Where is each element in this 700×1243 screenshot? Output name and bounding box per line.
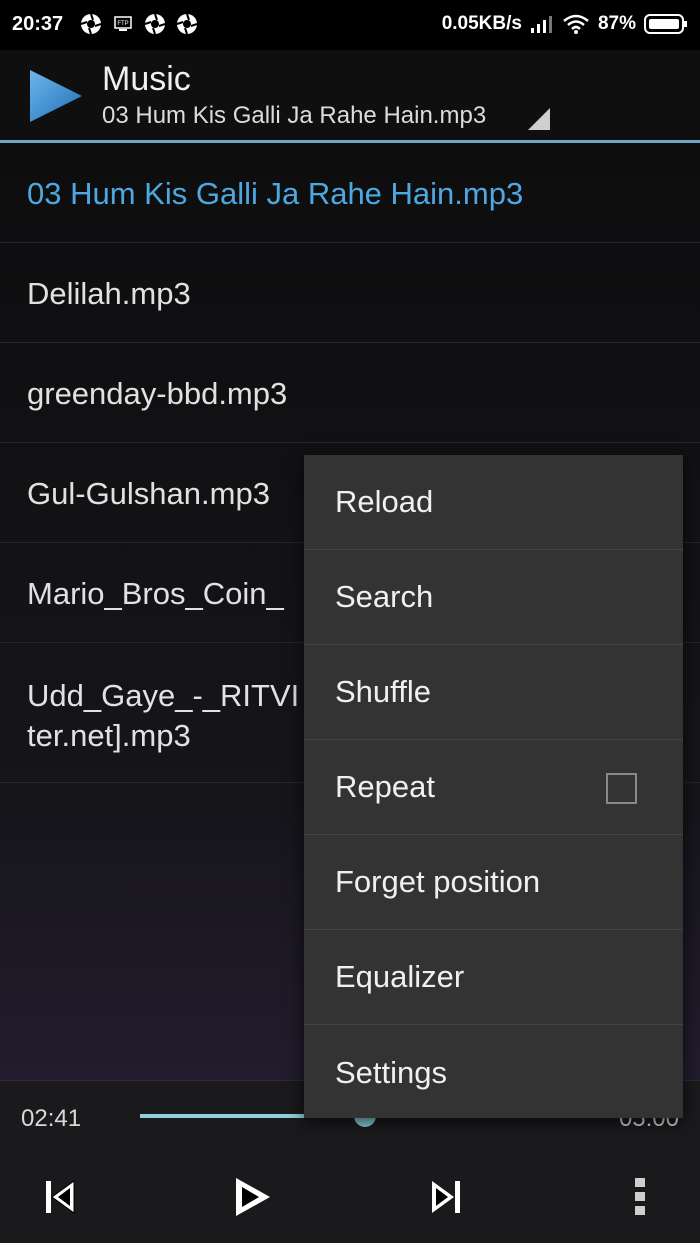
menu-item-reload[interactable]: Reload	[304, 455, 683, 550]
status-bar: 20:37 FTP 0.05KB/s 87%	[0, 0, 700, 50]
battery-icon	[644, 14, 687, 34]
aperture-icon	[80, 13, 102, 35]
list-item-label: Delilah.mp3	[27, 276, 191, 311]
menu-item-settings[interactable]: Settings	[304, 1025, 683, 1120]
battery-percent: 87%	[597, 13, 636, 34]
list-item-label: 03 Hum Kis Galli Ja Rahe Hain.mp3	[27, 176, 524, 211]
status-notification-icons: FTP	[80, 13, 198, 35]
list-item[interactable]: greenday-bbd.mp3	[0, 343, 700, 443]
menu-item-label: Equalizer	[335, 959, 465, 994]
menu-item-label: Forget position	[335, 864, 541, 899]
repeat-checkbox[interactable]	[606, 773, 637, 804]
list-item[interactable]: 03 Hum Kis Galli Ja Rahe Hain.mp3	[0, 143, 700, 243]
ftp-icon: FTP	[114, 16, 132, 31]
play-icon[interactable]	[234, 1176, 272, 1218]
menu-item-label: Settings	[335, 1054, 448, 1090]
list-item[interactable]: Delilah.mp3	[0, 243, 700, 343]
aperture-icon	[176, 13, 198, 35]
menu-item-label: Reload	[335, 484, 434, 519]
svg-text:FTP: FTP	[117, 21, 128, 27]
wifi-icon	[563, 14, 589, 34]
menu-item-search[interactable]: Search	[304, 550, 683, 645]
menu-item-equalizer[interactable]: Equalizer	[304, 930, 683, 1025]
menu-item-shuffle[interactable]: Shuffle	[304, 645, 683, 740]
menu-item-repeat[interactable]: Repeat	[304, 740, 683, 835]
list-item-label: greenday-bbd.mp3	[27, 376, 288, 411]
current-time: 02:41	[21, 1105, 82, 1132]
status-time: 20:37	[12, 13, 64, 35]
menu-item-label: Repeat	[335, 769, 435, 804]
app-bar: Music 03 Hum Kis Galli Ja Rahe Hain.mp3	[0, 50, 700, 140]
status-right: 0.05KB/s 87%	[442, 13, 688, 35]
overflow-menu-icon[interactable]	[634, 1176, 646, 1216]
options-menu: Reload Search Shuffle Repeat Forget posi…	[304, 455, 683, 1118]
next-icon[interactable]	[430, 1179, 462, 1215]
previous-icon[interactable]	[44, 1179, 76, 1215]
menu-item-label: Search	[335, 579, 434, 614]
network-speed: 0.05KB/s	[441, 13, 522, 34]
menu-item-label: Shuffle	[335, 674, 431, 709]
play-logo-icon[interactable]	[28, 68, 84, 124]
signal-icon	[530, 16, 552, 33]
dropdown-triangle-icon	[528, 108, 550, 130]
menu-item-forget-position[interactable]: Forget position	[304, 835, 683, 930]
app-title: Music	[102, 60, 191, 98]
aperture-icon	[144, 13, 166, 35]
now-playing-subtitle[interactable]: 03 Hum Kis Galli Ja Rahe Hain.mp3	[102, 102, 486, 130]
